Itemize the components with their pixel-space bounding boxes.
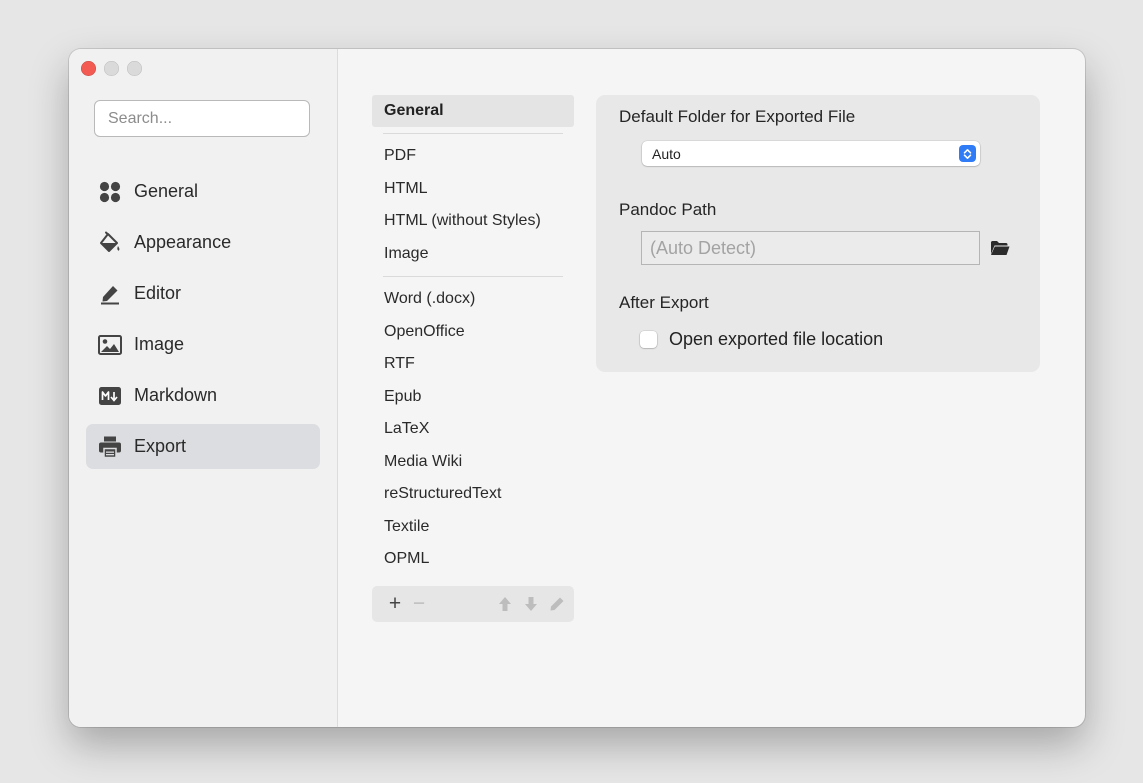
- sidebar-item-label: Editor: [134, 283, 182, 303]
- folder-icon[interactable]: [989, 237, 1011, 259]
- after-export-label: After Export: [619, 293, 709, 312]
- format-item[interactable]: HTML: [372, 173, 574, 206]
- zoom-button[interactable]: [127, 61, 142, 76]
- format-item[interactable]: RTF: [372, 348, 574, 381]
- pandoc-path-label: Pandoc Path: [619, 200, 717, 219]
- format-item[interactable]: OpenOffice: [372, 316, 574, 349]
- sidebar-item-label: Markdown: [134, 385, 218, 405]
- paint-bucket-icon: [98, 231, 122, 255]
- format-item-general[interactable]: General: [372, 95, 574, 127]
- add-format-button[interactable]: +: [386, 586, 404, 622]
- pencil-icon: [98, 282, 122, 306]
- markdown-icon: [98, 384, 122, 408]
- export-format-list: General PDF HTML HTML (without Styles) I…: [372, 95, 574, 576]
- format-list-toolbar: + −: [372, 586, 574, 622]
- printer-icon: [98, 435, 122, 459]
- sidebar-item-appearance[interactable]: Appearance: [86, 220, 320, 265]
- close-button[interactable]: [81, 61, 96, 76]
- format-item[interactable]: HTML (without Styles): [372, 205, 574, 238]
- format-item[interactable]: reStructuredText: [372, 478, 574, 511]
- sidebar-item-general[interactable]: General: [86, 169, 320, 214]
- sidebar-item-editor[interactable]: Editor: [86, 271, 320, 316]
- preferences-window: General Appearance Editor Image: [69, 49, 1085, 727]
- sidebar-item-markdown[interactable]: Markdown: [86, 373, 320, 418]
- format-item[interactable]: Image: [372, 238, 574, 271]
- default-folder-label: Default Folder for Exported File: [619, 107, 856, 126]
- format-item[interactable]: OPML: [372, 543, 574, 576]
- format-item[interactable]: Word (.docx): [372, 283, 574, 316]
- sidebar-item-export[interactable]: Export: [86, 424, 320, 469]
- format-item[interactable]: PDF: [372, 140, 574, 173]
- default-folder-value: Auto: [652, 145, 681, 162]
- image-icon: [98, 333, 122, 357]
- sidebar-nav: General Appearance Editor Image Markdown…: [86, 169, 320, 475]
- export-settings-panel: Default Folder for Exported File Auto Pa…: [596, 95, 1040, 372]
- sidebar-item-label: Image: [134, 334, 185, 354]
- move-down-icon[interactable]: [522, 586, 540, 622]
- search-input[interactable]: [94, 100, 310, 137]
- pandoc-path-input[interactable]: [641, 231, 980, 265]
- sidebar-item-image[interactable]: Image: [86, 322, 320, 367]
- format-item[interactable]: Textile: [372, 511, 574, 544]
- format-item[interactable]: Epub: [372, 381, 574, 414]
- remove-format-button[interactable]: −: [410, 586, 428, 622]
- open-location-label[interactable]: Open exported file location: [669, 329, 883, 350]
- open-location-checkbox[interactable]: [640, 331, 657, 348]
- move-up-icon[interactable]: [496, 586, 514, 622]
- edit-format-icon[interactable]: [548, 586, 566, 622]
- list-divider: [383, 133, 563, 134]
- sidebar: General Appearance Editor Image: [69, 49, 338, 727]
- list-divider: [383, 276, 563, 277]
- chevron-updown-icon: [959, 145, 976, 162]
- sidebar-item-label: Appearance: [134, 232, 232, 252]
- window-controls: [81, 61, 142, 76]
- general-icon: [98, 180, 122, 204]
- sidebar-item-label: Export: [134, 436, 187, 456]
- format-item[interactable]: Media Wiki: [372, 446, 574, 479]
- default-folder-select[interactable]: Auto: [642, 141, 980, 166]
- sidebar-item-label: General: [134, 181, 199, 201]
- format-item[interactable]: LaTeX: [372, 413, 574, 446]
- minimize-button[interactable]: [104, 61, 119, 76]
